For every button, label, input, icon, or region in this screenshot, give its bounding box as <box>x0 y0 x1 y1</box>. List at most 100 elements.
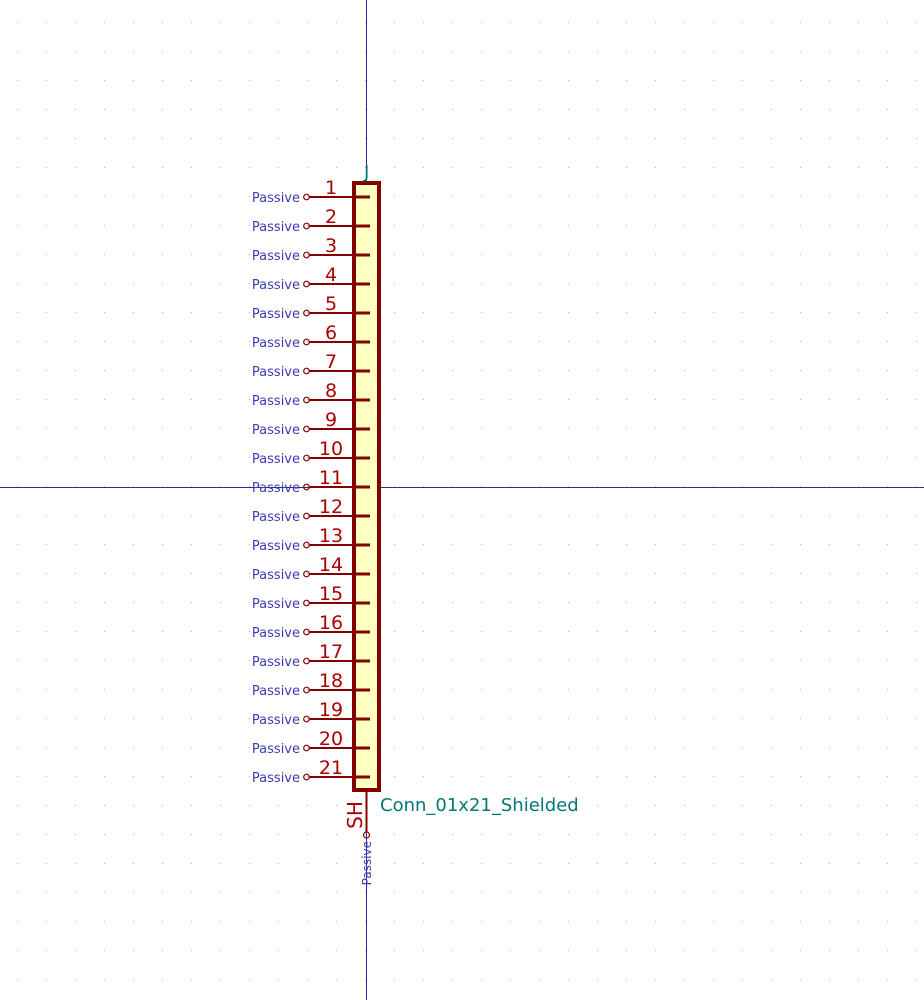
shield-pin[interactable]: SH Passive <box>343 792 374 885</box>
grid-dot <box>829 283 830 284</box>
schematic-canvas[interactable]: 1 Passive 2 Passive 3 Passive 4 Passive 5 Passive… <box>0 0 924 1000</box>
grid-dot <box>394 80 395 81</box>
grid-dot <box>394 225 395 226</box>
grid-dot <box>742 428 743 429</box>
grid-dot <box>336 109 337 110</box>
connector-symbol[interactable]: 1 Passive 2 Passive 3 Passive 4 Passive 5 Passive… <box>252 162 579 885</box>
grid-dot <box>46 370 47 371</box>
grid-dot <box>539 776 540 777</box>
grid-dot <box>423 631 424 632</box>
grid-dot <box>539 370 540 371</box>
grid-dot <box>17 544 18 545</box>
grid-dot <box>423 109 424 110</box>
grid-dot <box>452 22 453 23</box>
grid-dot <box>626 979 627 980</box>
grid-dot <box>191 80 192 81</box>
grid-dot <box>162 921 163 922</box>
grid-dot <box>75 254 76 255</box>
grid-dot <box>394 370 395 371</box>
grid-dot <box>75 573 76 574</box>
grid-dot <box>191 921 192 922</box>
grid-dot <box>597 399 598 400</box>
pin-type: Passive <box>252 394 300 409</box>
grid-dot <box>858 776 859 777</box>
grid-dot <box>394 254 395 255</box>
grid-dot <box>162 602 163 603</box>
grid-dot <box>133 225 134 226</box>
grid-dot <box>423 544 424 545</box>
grid-dot <box>771 22 772 23</box>
grid-dot <box>249 109 250 110</box>
grid-dot <box>800 805 801 806</box>
grid-dot <box>655 747 656 748</box>
grid-dot <box>626 834 627 835</box>
grid-dot <box>655 863 656 864</box>
grid-dot <box>481 51 482 52</box>
grid-dot <box>684 138 685 139</box>
grid-dot <box>800 660 801 661</box>
grid-dot <box>17 979 18 980</box>
grid-dot <box>510 747 511 748</box>
grid-dot <box>626 544 627 545</box>
grid-dot <box>394 428 395 429</box>
grid-dot <box>104 283 105 284</box>
grid-dot <box>75 80 76 81</box>
grid-dot <box>858 312 859 313</box>
grid-dot <box>481 544 482 545</box>
grid-dot <box>887 892 888 893</box>
grid-dot <box>481 109 482 110</box>
grid-dot <box>916 776 917 777</box>
grid-dot <box>336 863 337 864</box>
grid-dot <box>104 660 105 661</box>
grid-dot <box>278 921 279 922</box>
grid-dot <box>394 689 395 690</box>
grid-dot <box>17 631 18 632</box>
grid-dot <box>452 747 453 748</box>
grid-dot <box>655 486 656 487</box>
grid-dot <box>916 515 917 516</box>
grid-dot <box>626 109 627 110</box>
grid-dot <box>133 689 134 690</box>
grid-dot <box>626 370 627 371</box>
grid-dot <box>104 457 105 458</box>
grid-dot <box>394 457 395 458</box>
grid-dot <box>887 544 888 545</box>
grid-dot <box>104 225 105 226</box>
grid-dot <box>655 225 656 226</box>
grid-dot <box>365 51 366 52</box>
pin-type: Passive <box>252 452 300 467</box>
grid-dot <box>249 428 250 429</box>
grid-dot <box>771 312 772 313</box>
grid-dot <box>771 718 772 719</box>
grid-dot <box>307 718 308 719</box>
grid-dot <box>539 457 540 458</box>
grid-dot <box>684 428 685 429</box>
grid-dot <box>829 109 830 110</box>
grid-dot <box>684 109 685 110</box>
grid-dot <box>481 370 482 371</box>
grid-dot <box>133 399 134 400</box>
grid-dot <box>104 312 105 313</box>
grid-dot <box>133 283 134 284</box>
grid-dot <box>133 602 134 603</box>
grid-dot <box>46 544 47 545</box>
grid-dot <box>220 660 221 661</box>
grid-dot <box>684 950 685 951</box>
grid-dot <box>336 51 337 52</box>
grid-dot <box>394 660 395 661</box>
grid-dot <box>452 776 453 777</box>
grid-dot <box>684 225 685 226</box>
grid-dot <box>133 747 134 748</box>
grid-dot <box>249 486 250 487</box>
grid-dot <box>162 196 163 197</box>
grid-dot <box>742 979 743 980</box>
grid-dot <box>742 805 743 806</box>
grid-dot <box>481 80 482 81</box>
grid-dot <box>133 573 134 574</box>
grid-dot <box>713 51 714 52</box>
grid-dot <box>568 863 569 864</box>
grid-dot <box>829 950 830 951</box>
grid-dot <box>829 660 830 661</box>
grid-dot <box>626 167 627 168</box>
grid-dot <box>713 138 714 139</box>
